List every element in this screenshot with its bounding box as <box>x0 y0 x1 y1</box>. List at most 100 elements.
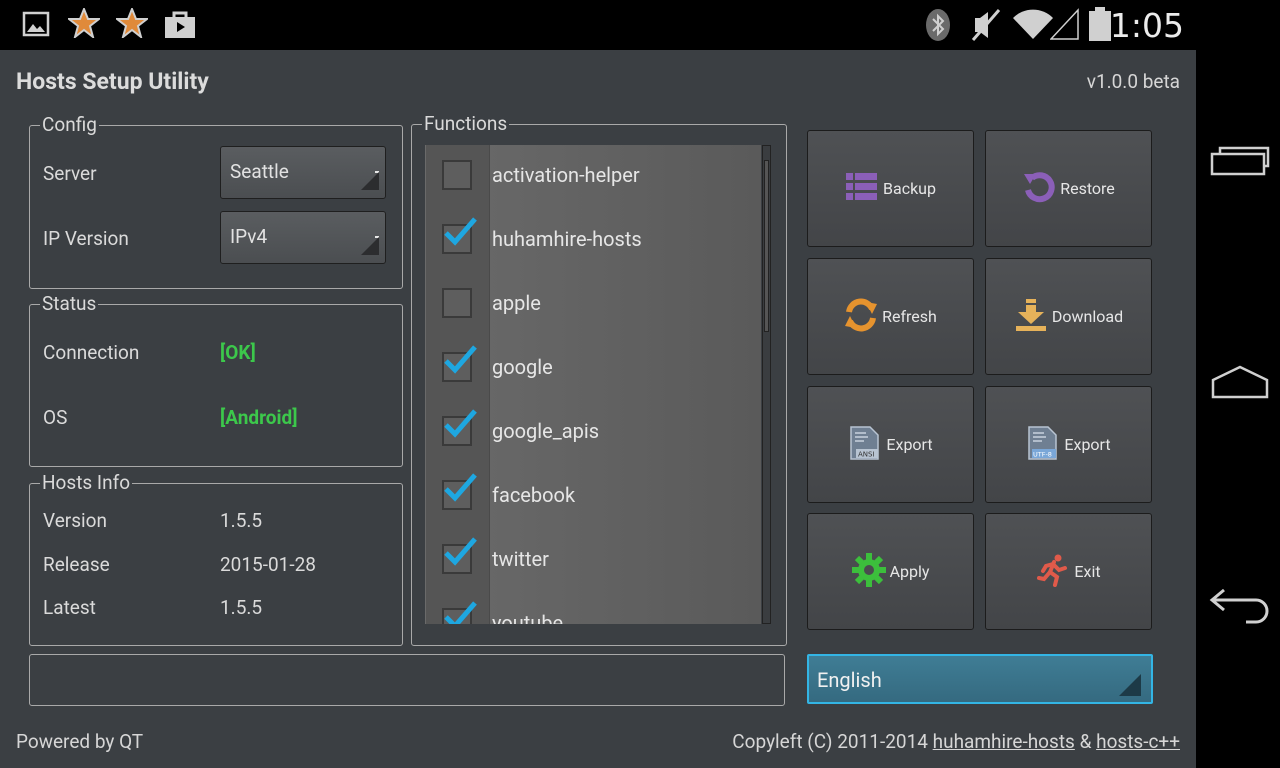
checkmark-icon <box>444 473 477 502</box>
os-label: OS <box>43 406 68 429</box>
os-status: [Android] <box>220 406 298 429</box>
function-checkbox[interactable] <box>426 145 490 209</box>
message-box <box>29 654 785 706</box>
release-label: Release <box>43 553 110 576</box>
download-icon <box>1014 298 1048 336</box>
ip-version-label: IP Version <box>43 227 129 250</box>
ampersand-text: & <box>1079 730 1092 753</box>
exit-button[interactable]: Exit <box>985 513 1152 630</box>
hosts-cpp-link[interactable]: hosts-c++ <box>1096 730 1180 753</box>
checkbox-square <box>442 160 472 190</box>
function-checkbox[interactable] <box>426 593 490 624</box>
refresh-icon <box>844 298 878 336</box>
function-label: twitter <box>492 547 549 571</box>
config-legend: Config <box>40 113 99 136</box>
function-item[interactable]: facebook <box>425 465 761 529</box>
connection-label: Connection <box>43 341 140 364</box>
checkmark-icon <box>444 345 477 374</box>
function-checkbox[interactable] <box>426 337 490 401</box>
running-man-icon <box>1036 553 1070 591</box>
function-checkbox[interactable] <box>426 209 490 273</box>
battery-icon <box>1088 7 1112 45</box>
ip-version-select-value: IPv4 <box>230 225 268 248</box>
copyleft-footer: Copyleft (C) 2011-2014 huhamhire-hosts &… <box>732 730 1180 753</box>
clock: 1:05 <box>1109 6 1184 45</box>
powered-by-text: Powered by QT <box>16 730 144 753</box>
function-item[interactable]: apple <box>425 273 761 337</box>
svg-text:UTF-8: UTF-8 <box>1033 450 1052 458</box>
export-ansi-button[interactable]: ANSI Export <box>807 386 974 503</box>
connection-status: [OK] <box>220 341 256 364</box>
backup-button[interactable]: Backup <box>807 130 974 247</box>
recent-apps-icon[interactable] <box>1210 144 1270 180</box>
checkmark-icon <box>444 217 477 246</box>
functions-legend: Functions <box>422 112 510 135</box>
latest-value: 1.5.5 <box>220 596 263 619</box>
function-item[interactable]: google_apis <box>425 401 761 465</box>
back-icon[interactable] <box>1208 586 1272 630</box>
function-item[interactable]: huhamhire-hosts <box>425 209 761 273</box>
app-window: Hosts Setup Utility v1.0.0 beta Config S… <box>0 50 1196 768</box>
language-select-value: English <box>817 668 882 692</box>
function-item[interactable]: activation-helper <box>425 145 761 209</box>
scrollbar-thumb[interactable] <box>764 160 769 332</box>
cell-signal-icon <box>1049 8 1080 44</box>
restore-icon <box>1022 170 1056 208</box>
function-checkbox[interactable] <box>426 401 490 465</box>
function-checkbox[interactable] <box>426 273 490 337</box>
function-label: google_apis <box>492 419 600 443</box>
refresh-label: Refresh <box>882 307 937 326</box>
copyleft-text: Copyleft (C) 2011-2014 <box>732 730 928 753</box>
export-ansi-label: Export <box>886 435 933 454</box>
server-label: Server <box>43 162 97 185</box>
restore-button[interactable]: Restore <box>985 130 1152 247</box>
huhamhire-hosts-link[interactable]: huhamhire-hosts <box>933 730 1075 753</box>
restore-label: Restore <box>1060 179 1115 198</box>
function-label: apple <box>492 291 541 315</box>
function-label: activation-helper <box>492 163 640 187</box>
status-group: Status <box>29 293 403 467</box>
image-notification-icon <box>22 11 50 41</box>
download-label: Download <box>1051 307 1124 326</box>
function-label: google <box>492 355 553 379</box>
export-ansi-file-icon: ANSI <box>848 425 882 465</box>
function-item[interactable]: google <box>425 337 761 401</box>
home-icon[interactable] <box>1210 364 1270 404</box>
vibrate-off-icon <box>970 8 1002 46</box>
ip-version-select[interactable]: IPv4 <box>220 211 386 264</box>
chevron-down-icon <box>361 237 379 255</box>
language-select[interactable]: English <box>807 654 1153 704</box>
status-bar: 1:05 <box>0 0 1196 50</box>
function-label: huhamhire-hosts <box>492 227 642 251</box>
star-notification-icon <box>114 6 150 42</box>
app-title: Hosts Setup Utility <box>16 68 209 95</box>
export-utf8-button[interactable]: UTF-8 Export <box>985 386 1152 503</box>
wifi-icon <box>1012 8 1054 44</box>
export-utf8-file-icon: UTF-8 <box>1026 425 1060 465</box>
refresh-button[interactable]: Refresh <box>807 258 974 375</box>
functions-list[interactable]: activation-helper huhamhire-hosts apple goo… <box>425 145 761 624</box>
function-item[interactable]: youtube <box>425 593 761 624</box>
exit-label: Exit <box>1074 562 1101 581</box>
chevron-down-icon <box>361 172 379 190</box>
navigation-bar <box>1196 0 1280 768</box>
server-select[interactable]: Seattle <box>220 146 386 199</box>
chevron-down-icon <box>1119 674 1141 696</box>
latest-label: Latest <box>43 596 96 619</box>
apply-label: Apply <box>889 562 930 581</box>
functions-scrollbar[interactable] <box>762 145 771 624</box>
checkmark-icon <box>444 601 477 624</box>
bluetooth-icon <box>924 8 952 46</box>
apply-button[interactable]: Apply <box>807 513 974 630</box>
checkmark-icon <box>444 409 477 438</box>
release-value: 2015-01-28 <box>220 553 316 576</box>
version-value: 1.5.5 <box>220 509 263 532</box>
star-notification-icon <box>66 6 102 42</box>
download-button[interactable]: Download <box>985 258 1152 375</box>
function-checkbox[interactable] <box>426 529 490 593</box>
function-checkbox[interactable] <box>426 465 490 529</box>
backup-label: Backup <box>883 179 936 198</box>
play-store-icon <box>164 9 196 43</box>
function-item[interactable]: twitter <box>425 529 761 593</box>
checkbox-square <box>442 288 472 318</box>
